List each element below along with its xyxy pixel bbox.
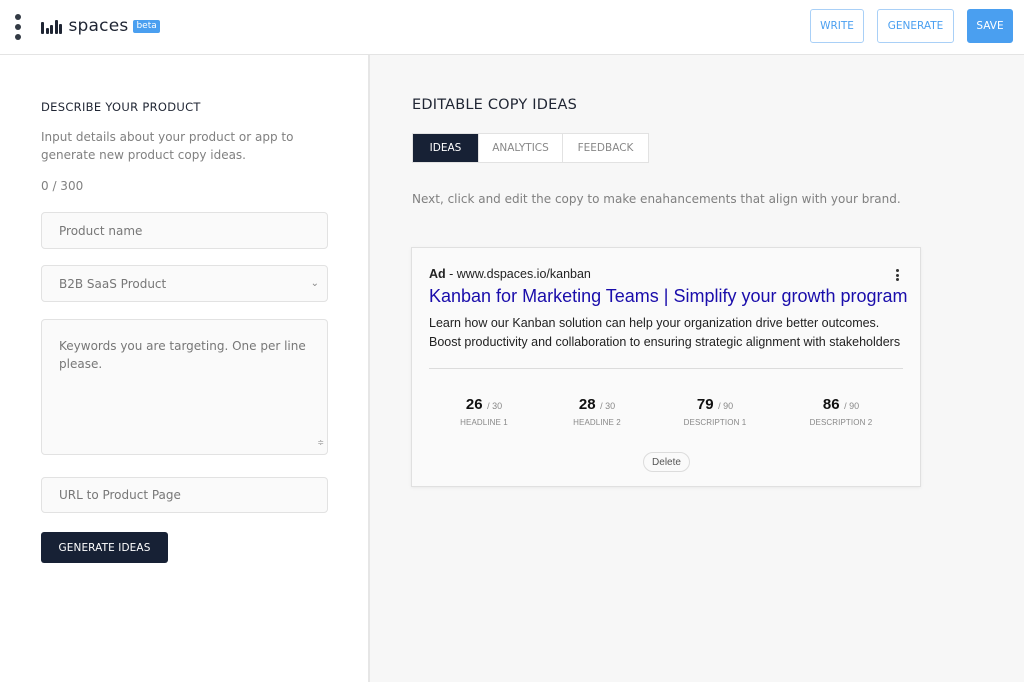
chevron-down-icon: ⌄ (310, 278, 319, 289)
app-name: spaces (68, 16, 129, 36)
logo: spaces beta (41, 16, 160, 36)
top-bar: spaces beta WRITE GENERATE SAVE (0, 0, 1024, 55)
delete-button[interactable]: Delete (643, 452, 690, 472)
hint-text: Next, click and edit the copy to make en… (412, 192, 901, 206)
product-name-input[interactable]: Product name (41, 212, 328, 249)
stat-value: 79 (696, 396, 714, 413)
section-description: Input details about your product or app … (41, 130, 294, 162)
page-title: EDITABLE COPY IDEAS (412, 97, 578, 113)
save-button[interactable]: SAVE (967, 9, 1013, 43)
tab-ideas[interactable]: IDEAS (413, 134, 479, 162)
stat-max: / 90 (718, 401, 734, 411)
generate-button[interactable]: GENERATE (877, 9, 954, 43)
beta-badge: beta (133, 19, 160, 33)
ad-separator: - (445, 267, 457, 281)
logo-bars-icon (41, 18, 64, 34)
product-type-value: B2B SaaS Product (59, 276, 167, 291)
ad-preview-card: Ad - www.dspaces.io/kanban Kanban for Ma… (411, 247, 921, 487)
char-counter: 0 / 300 (41, 179, 84, 193)
stat-max: / 30 (487, 401, 503, 411)
ad-description[interactable]: Learn how our Kanban solution can help y… (429, 314, 909, 352)
stat-label: DESCRIPTION 1 (683, 418, 747, 427)
stat-description-1: 79 / 90 DESCRIPTION 1 (660, 396, 770, 427)
stat-value: 28 (578, 396, 596, 413)
product-form-panel: DESCRIBE YOUR PRODUCT Input details abou… (0, 55, 370, 682)
divider (429, 368, 903, 369)
menu-icon[interactable] (14, 14, 22, 40)
stat-value: 86 (822, 396, 840, 413)
stat-max: / 30 (600, 401, 616, 411)
product-type-select[interactable]: B2B SaaS Product ⌄ (41, 265, 328, 302)
ad-headline[interactable]: Kanban for Marketing Teams | Simplify yo… (429, 286, 908, 307)
keywords-placeholder: Keywords you are targeting. One per line… (59, 339, 306, 371)
product-name-placeholder: Product name (59, 223, 143, 238)
stat-label: HEADLINE 1 (460, 418, 508, 427)
product-url-placeholder: URL to Product Page (59, 488, 181, 502)
tab-analytics[interactable]: ANALYTICS (479, 134, 563, 162)
ad-display-url: www.dspaces.io/kanban (456, 267, 591, 281)
product-url-input[interactable]: URL to Product Page (41, 477, 328, 513)
ad-label: Ad (429, 267, 446, 281)
stat-max: / 90 (844, 401, 860, 411)
stat-description-2: 86 / 90 DESCRIPTION 2 (786, 396, 896, 427)
more-options-icon[interactable] (895, 269, 899, 281)
stat-value: 26 (465, 396, 483, 413)
section-title: DESCRIBE YOUR PRODUCT (41, 100, 201, 114)
keywords-textarea[interactable]: Keywords you are targeting. One per line… (41, 319, 328, 455)
stat-label: DESCRIPTION 2 (809, 418, 873, 427)
tab-bar: IDEAS ANALYTICS FEEDBACK (412, 133, 649, 163)
resize-handle-icon[interactable]: ≑ (317, 434, 324, 452)
write-button[interactable]: WRITE (810, 9, 864, 43)
stat-headline-1: 26 / 30 HEADLINE 1 (429, 396, 539, 427)
stat-headline-2: 28 / 30 HEADLINE 2 (542, 396, 652, 427)
generate-ideas-button[interactable]: GENERATE IDEAS (41, 532, 168, 563)
ad-url-line: Ad - www.dspaces.io/kanban (429, 267, 591, 281)
stat-label: HEADLINE 2 (573, 418, 621, 427)
tab-feedback[interactable]: FEEDBACK (563, 134, 648, 162)
